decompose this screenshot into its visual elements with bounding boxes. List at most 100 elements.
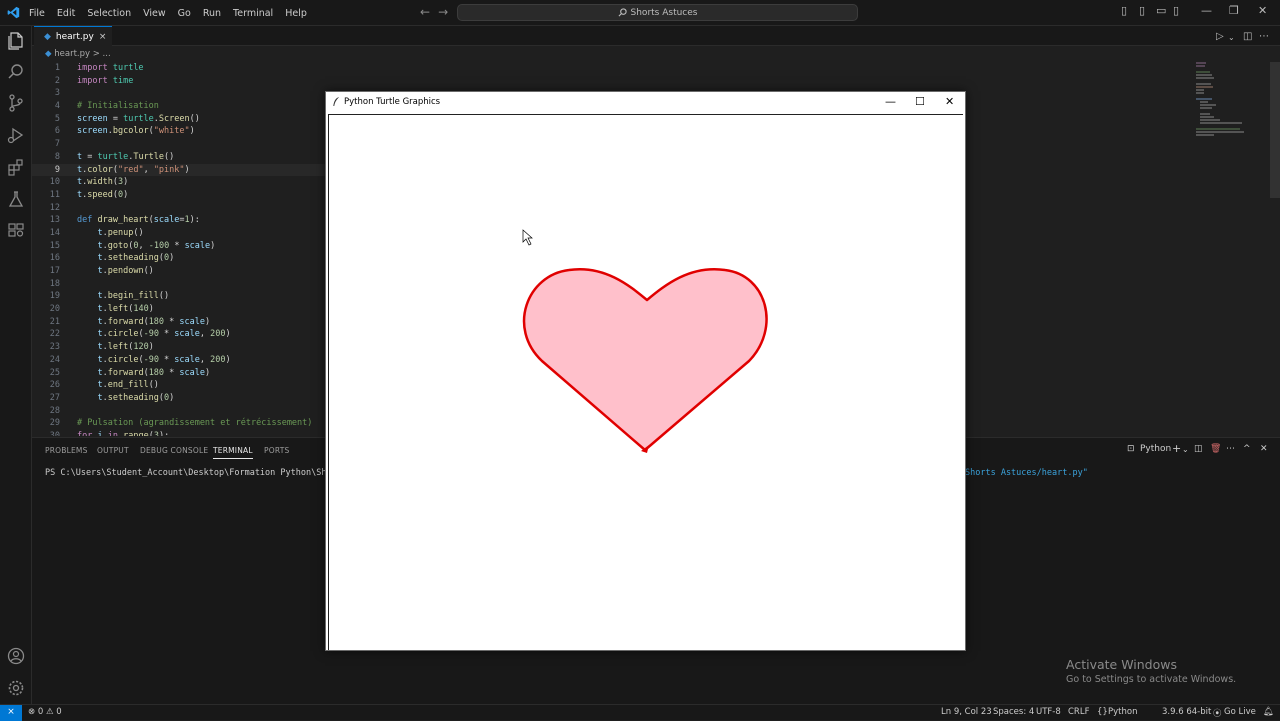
menu-selection[interactable]: Selection: [81, 8, 137, 19]
code-line[interactable]: 14 t.penup(): [32, 227, 332, 240]
more-actions-icon[interactable]: ⋯: [1226, 444, 1235, 454]
code-line[interactable]: 11 t.speed(0): [32, 189, 332, 202]
menu-edit[interactable]: Edit: [51, 8, 81, 19]
code-line[interactable]: 2 import time: [32, 75, 332, 88]
code-line[interactable]: 22 t.circle(-90 * scale, 200): [32, 328, 332, 341]
line-number: 22: [49, 329, 60, 340]
notifications-bell-icon[interactable]: 🔔︎: [1263, 707, 1274, 717]
toggle-panel-icon[interactable]: ▭: [1156, 4, 1166, 17]
indentation[interactable]: Spaces: 4: [993, 707, 1034, 717]
code-line[interactable]: 25 t.forward(180 * scale): [32, 367, 332, 380]
code-line[interactable]: 7: [32, 138, 332, 151]
toggle-sidebar-icon[interactable]: ▯: [1139, 4, 1145, 17]
code-line[interactable]: 13 def draw_heart(scale=1):: [32, 214, 332, 227]
menu-terminal[interactable]: Terminal: [227, 8, 279, 19]
explorer-icon[interactable]: [6, 30, 26, 50]
menu-view[interactable]: View: [137, 8, 172, 19]
remote-explorer-icon[interactable]: [6, 220, 26, 240]
split-editor-icon[interactable]: ◫: [1243, 31, 1252, 42]
line-ending[interactable]: CRLF: [1068, 707, 1089, 717]
code-line[interactable]: 19 t.begin_fill(): [32, 290, 332, 303]
menu-run[interactable]: Run: [197, 8, 227, 19]
close-window-icon[interactable]: ✕: [1258, 4, 1267, 17]
cursor-position[interactable]: Ln 9, Col 23: [941, 707, 992, 717]
turtle-canvas[interactable]: [328, 114, 963, 650]
encoding[interactable]: UTF-8: [1036, 707, 1061, 717]
language-mode[interactable]: Python: [1108, 707, 1137, 717]
terminal-dropdown-icon[interactable]: ⌄: [1182, 445, 1189, 454]
menu-go[interactable]: Go: [172, 8, 197, 19]
go-live-button[interactable]: Go Live: [1224, 707, 1256, 717]
testing-icon[interactable]: [6, 189, 26, 209]
code-line[interactable]: 9 t.color("red", "pink"): [32, 163, 332, 177]
tab-problems[interactable]: PROBLEMS: [45, 446, 88, 455]
menu-help[interactable]: Help: [279, 8, 313, 19]
restore-icon[interactable]: ❐: [1229, 4, 1239, 17]
remote-indicator-icon[interactable]: ⨯: [0, 705, 22, 721]
split-terminal-icon[interactable]: ◫: [1194, 444, 1203, 454]
forward-arrow-icon[interactable]: →: [438, 5, 456, 19]
terminal-profile-name[interactable]: Python: [1140, 444, 1171, 454]
new-terminal-icon[interactable]: +: [1172, 442, 1181, 455]
tab-terminal[interactable]: TERMINAL: [213, 446, 253, 459]
code-editor[interactable]: 1 import turtle 2 import time 3 4 # Initialisa…: [32, 62, 332, 436]
tab-output[interactable]: OUTPUT: [97, 446, 129, 455]
minimize-icon[interactable]: —: [885, 95, 896, 108]
layout-customize-icon[interactable]: ▯: [1121, 4, 1127, 17]
code-line[interactable]: 21 t.forward(180 * scale): [32, 316, 332, 329]
code-line[interactable]: 18: [32, 278, 332, 291]
code-line[interactable]: 20 t.left(140): [32, 303, 332, 316]
code-line[interactable]: 12: [32, 202, 332, 215]
editor-scrollbar[interactable]: [1270, 62, 1280, 198]
run-debug-icon[interactable]: [6, 125, 26, 145]
maximize-icon[interactable]: ☐: [915, 95, 925, 108]
search-icon[interactable]: [6, 62, 26, 82]
maximize-panel-icon[interactable]: ^: [1243, 444, 1251, 454]
code-line[interactable]: 8 t = turtle.Turtle(): [32, 151, 332, 164]
kill-terminal-icon[interactable]: 🗑: [1210, 444, 1221, 454]
code-line[interactable]: 4 # Initialisation: [32, 100, 332, 113]
code-line[interactable]: 23 t.left(120): [32, 341, 332, 354]
code-line[interactable]: 27 t.setheading(0): [32, 392, 332, 405]
problems-indicator[interactable]: ⊗ 0 ⚠ 0: [28, 707, 62, 717]
code-line[interactable]: 10 t.width(3): [32, 176, 332, 189]
close-window-icon[interactable]: ✕: [945, 95, 954, 108]
code-line[interactable]: 17 t.pendown(): [32, 265, 332, 278]
code-line[interactable]: 6 screen.bgcolor("white"): [32, 125, 332, 138]
code-line[interactable]: 3: [32, 87, 332, 100]
command-center-search[interactable]: Shorts Astuces: [457, 4, 858, 21]
run-python-file-icon[interactable]: ▷: [1216, 31, 1224, 42]
tab-debug-console[interactable]: DEBUG CONSOLE: [140, 446, 208, 455]
source-control-icon[interactable]: [6, 93, 26, 113]
code-line[interactable]: 15 t.goto(0, -100 * scale): [32, 240, 332, 253]
python-interpreter[interactable]: 3.9.6 64-bit: [1162, 707, 1211, 717]
code-line[interactable]: 26 t.end_fill(): [32, 379, 332, 392]
code-text: # Pulsation (agrandissement et rétréciss…: [77, 418, 313, 429]
close-panel-icon[interactable]: ✕: [1260, 444, 1268, 454]
code-line[interactable]: 1 import turtle: [32, 62, 332, 75]
code-line[interactable]: 29 # Pulsation (agrandissement et rétréci…: [32, 417, 332, 430]
minimize-icon[interactable]: —: [1201, 4, 1212, 17]
more-actions-icon[interactable]: ⋯: [1259, 31, 1269, 42]
code-line[interactable]: 16 t.setheading(0): [32, 252, 332, 265]
line-number: 4: [54, 101, 60, 112]
code-line[interactable]: 30 for i in range(3):: [32, 430, 332, 436]
toggle-secondary-sidebar-icon[interactable]: ▯: [1173, 4, 1179, 17]
back-arrow-icon[interactable]: ←: [420, 5, 438, 19]
run-dropdown-icon[interactable]: ⌄: [1228, 33, 1235, 42]
account-icon[interactable]: [6, 646, 26, 666]
code-line[interactable]: 28: [32, 405, 332, 418]
close-tab-icon[interactable]: ×: [99, 32, 107, 42]
breadcrumb[interactable]: ◆ heart.py > ...: [45, 49, 111, 59]
settings-gear-icon[interactable]: [6, 678, 26, 698]
menu-file[interactable]: File: [23, 8, 51, 19]
turtle-window-titlebar[interactable]: Python Turtle Graphics — ☐ ✕: [326, 92, 965, 112]
code-line[interactable]: 5 screen = turtle.Screen(): [32, 113, 332, 126]
code-line[interactable]: 24 t.circle(-90 * scale, 200): [32, 354, 332, 367]
extensions-icon[interactable]: [6, 157, 26, 177]
tab-ports[interactable]: PORTS: [264, 446, 289, 455]
minimap[interactable]: [1190, 60, 1250, 140]
tab-heart-py[interactable]: ◆ heart.py ×: [34, 26, 112, 46]
